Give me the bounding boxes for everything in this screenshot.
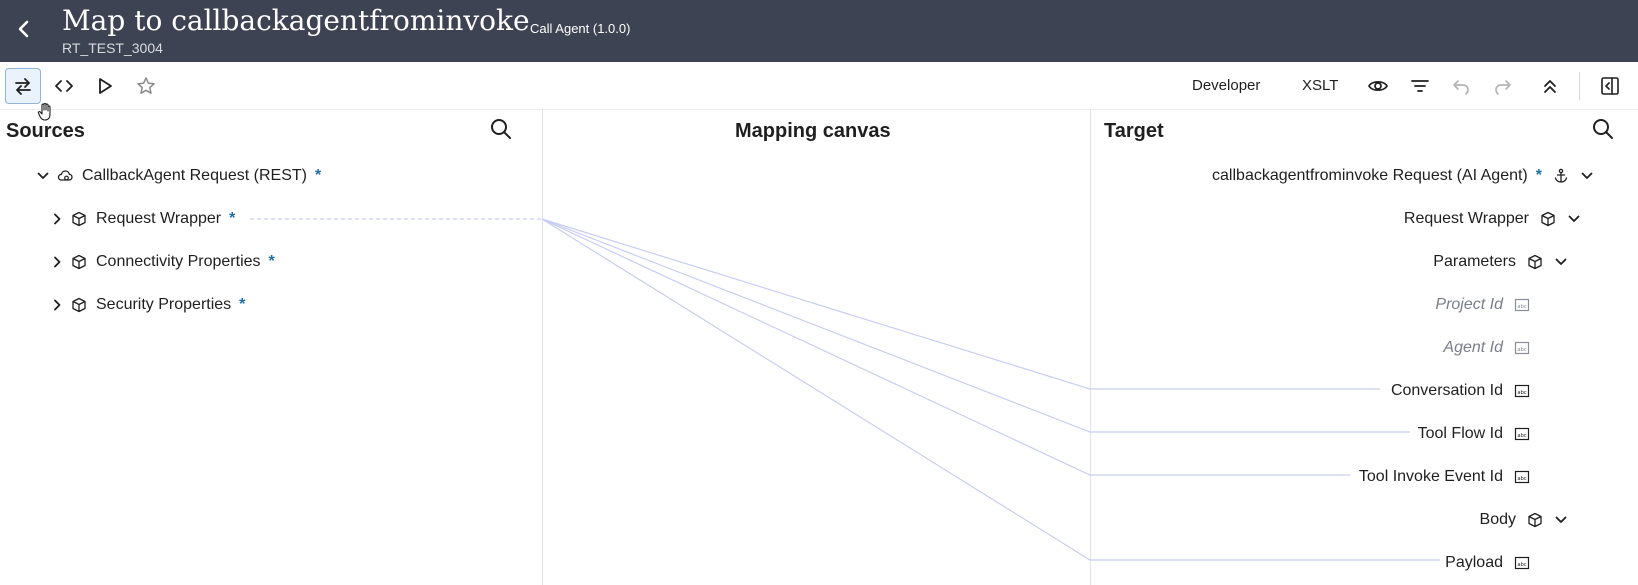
source-item-label: Request Wrapper — [96, 210, 222, 227]
target-item-tool-flow-id[interactable]: Tool Flow Id abc — [1418, 420, 1531, 448]
string-field-icon: abc — [1513, 296, 1531, 314]
source-tree-root[interactable]: CallbackAgent Request (REST) * — [34, 162, 321, 190]
target-item-label: Tool Flow Id — [1417, 425, 1503, 442]
chevron-down-icon[interactable] — [34, 167, 52, 185]
target-item-label: Payload — [1445, 554, 1503, 571]
cube-icon — [1526, 511, 1544, 529]
chevron-down-icon[interactable] — [1552, 511, 1570, 529]
redo-icon[interactable] — [1485, 68, 1521, 104]
sources-search-icon[interactable] — [488, 116, 514, 142]
swap-arrows-icon[interactable] — [5, 68, 41, 104]
target-item-parameters[interactable]: Parameters — [1433, 248, 1570, 276]
svg-text:abc: abc — [1517, 476, 1526, 482]
target-item-label: Conversation Id — [1390, 382, 1503, 399]
target-item-label: callbackagentfrominvoke Request (AI Agen… — [1212, 167, 1528, 184]
svg-text:abc: abc — [1517, 390, 1526, 396]
target-item-agent-id[interactable]: Agent Id abc — [1443, 334, 1531, 362]
string-field-icon: abc — [1513, 339, 1531, 357]
source-item-label: Connectivity Properties — [96, 253, 261, 270]
source-item-label: Security Properties — [96, 296, 232, 313]
target-item-request-wrapper[interactable]: Request Wrapper — [1404, 205, 1583, 233]
canvas-target-divider — [1090, 110, 1091, 585]
target-title: Target — [1104, 120, 1164, 142]
target-item-label: Agent Id — [1443, 339, 1503, 356]
target-item-label: Parameters — [1433, 253, 1516, 270]
target-item-label: Body — [1479, 511, 1516, 528]
cube-icon — [1539, 210, 1557, 228]
svg-text:abc: abc — [1517, 304, 1526, 310]
collapse-all-icon[interactable] — [1532, 68, 1568, 104]
page-subtitle: RT_TEST_3004 — [62, 40, 163, 56]
required-marker: * — [268, 253, 275, 270]
target-item-label: Request Wrapper — [1403, 210, 1529, 227]
cube-icon — [70, 253, 88, 271]
page-title: Map to callbackagentfrominvoke — [62, 4, 530, 37]
source-item-connectivity-properties[interactable]: Connectivity Properties * — [48, 248, 275, 276]
required-marker: * — [1535, 167, 1542, 184]
required-marker: * — [239, 296, 246, 313]
star-icon[interactable] — [128, 68, 164, 104]
source-item-label: CallbackAgent Request (REST) — [82, 167, 307, 184]
svg-text:abc: abc — [1517, 347, 1526, 353]
target-item-body[interactable]: Body — [1480, 506, 1570, 534]
string-field-icon: abc — [1513, 468, 1531, 486]
target-item-payload[interactable]: Payload abc — [1445, 549, 1531, 577]
chevron-down-icon[interactable] — [1552, 253, 1570, 271]
required-marker: * — [314, 167, 322, 184]
target-search-icon[interactable] — [1590, 116, 1616, 142]
version-label: Call Agent (1.0.0) — [530, 21, 631, 36]
eye-icon[interactable] — [1360, 68, 1396, 104]
target-item-tool-invoke-event-id[interactable]: Tool Invoke Event Id abc — [1359, 463, 1531, 491]
svg-text:abc: abc — [1517, 562, 1526, 568]
back-icon[interactable] — [10, 14, 38, 44]
page-header: Map to callbackagentfrominvoke RT_TEST_3… — [0, 0, 1638, 62]
hand-cursor-icon — [36, 102, 54, 122]
svg-text:abc: abc — [1517, 433, 1526, 439]
required-marker: * — [229, 210, 236, 227]
undo-icon[interactable] — [1443, 68, 1479, 104]
chevron-right-icon[interactable] — [48, 210, 66, 228]
string-field-icon: abc — [1513, 425, 1531, 443]
chevron-right-icon[interactable] — [48, 253, 66, 271]
chevron-right-icon[interactable] — [48, 296, 66, 314]
filter-icon[interactable] — [1402, 68, 1438, 104]
cube-icon — [1526, 253, 1544, 271]
chevron-down-icon[interactable] — [1578, 167, 1596, 185]
sources-canvas-divider — [542, 110, 543, 585]
string-field-icon: abc — [1513, 382, 1531, 400]
target-item-conversation-id[interactable]: Conversation Id abc — [1391, 377, 1531, 405]
sources-title: Sources — [6, 120, 85, 142]
target-tree-root[interactable]: callbackagentfrominvoke Request (AI Agen… — [1212, 162, 1596, 190]
xslt-button[interactable]: XSLT — [1302, 77, 1338, 94]
anchor-icon — [1552, 167, 1570, 185]
toolbar-divider — [1579, 72, 1580, 100]
chevron-down-icon[interactable] — [1565, 210, 1583, 228]
cube-icon — [70, 296, 88, 314]
target-item-label: Project Id — [1435, 296, 1503, 313]
panel-toggle-icon[interactable] — [1592, 68, 1628, 104]
source-item-request-wrapper[interactable]: Request Wrapper * — [48, 205, 235, 233]
string-field-icon: abc — [1513, 554, 1531, 572]
target-item-project-id[interactable]: Project Id abc — [1435, 291, 1531, 319]
canvas-title: Mapping canvas — [735, 120, 891, 142]
toolbar: Developer XSLT — [0, 62, 1638, 110]
play-icon[interactable] — [87, 68, 123, 104]
code-icon[interactable] — [46, 68, 82, 104]
source-item-security-properties[interactable]: Security Properties * — [48, 291, 245, 319]
cube-icon — [70, 210, 88, 228]
target-item-label: Tool Invoke Event Id — [1358, 468, 1503, 485]
developer-button[interactable]: Developer — [1192, 77, 1260, 94]
cloud-gear-icon — [56, 167, 74, 185]
